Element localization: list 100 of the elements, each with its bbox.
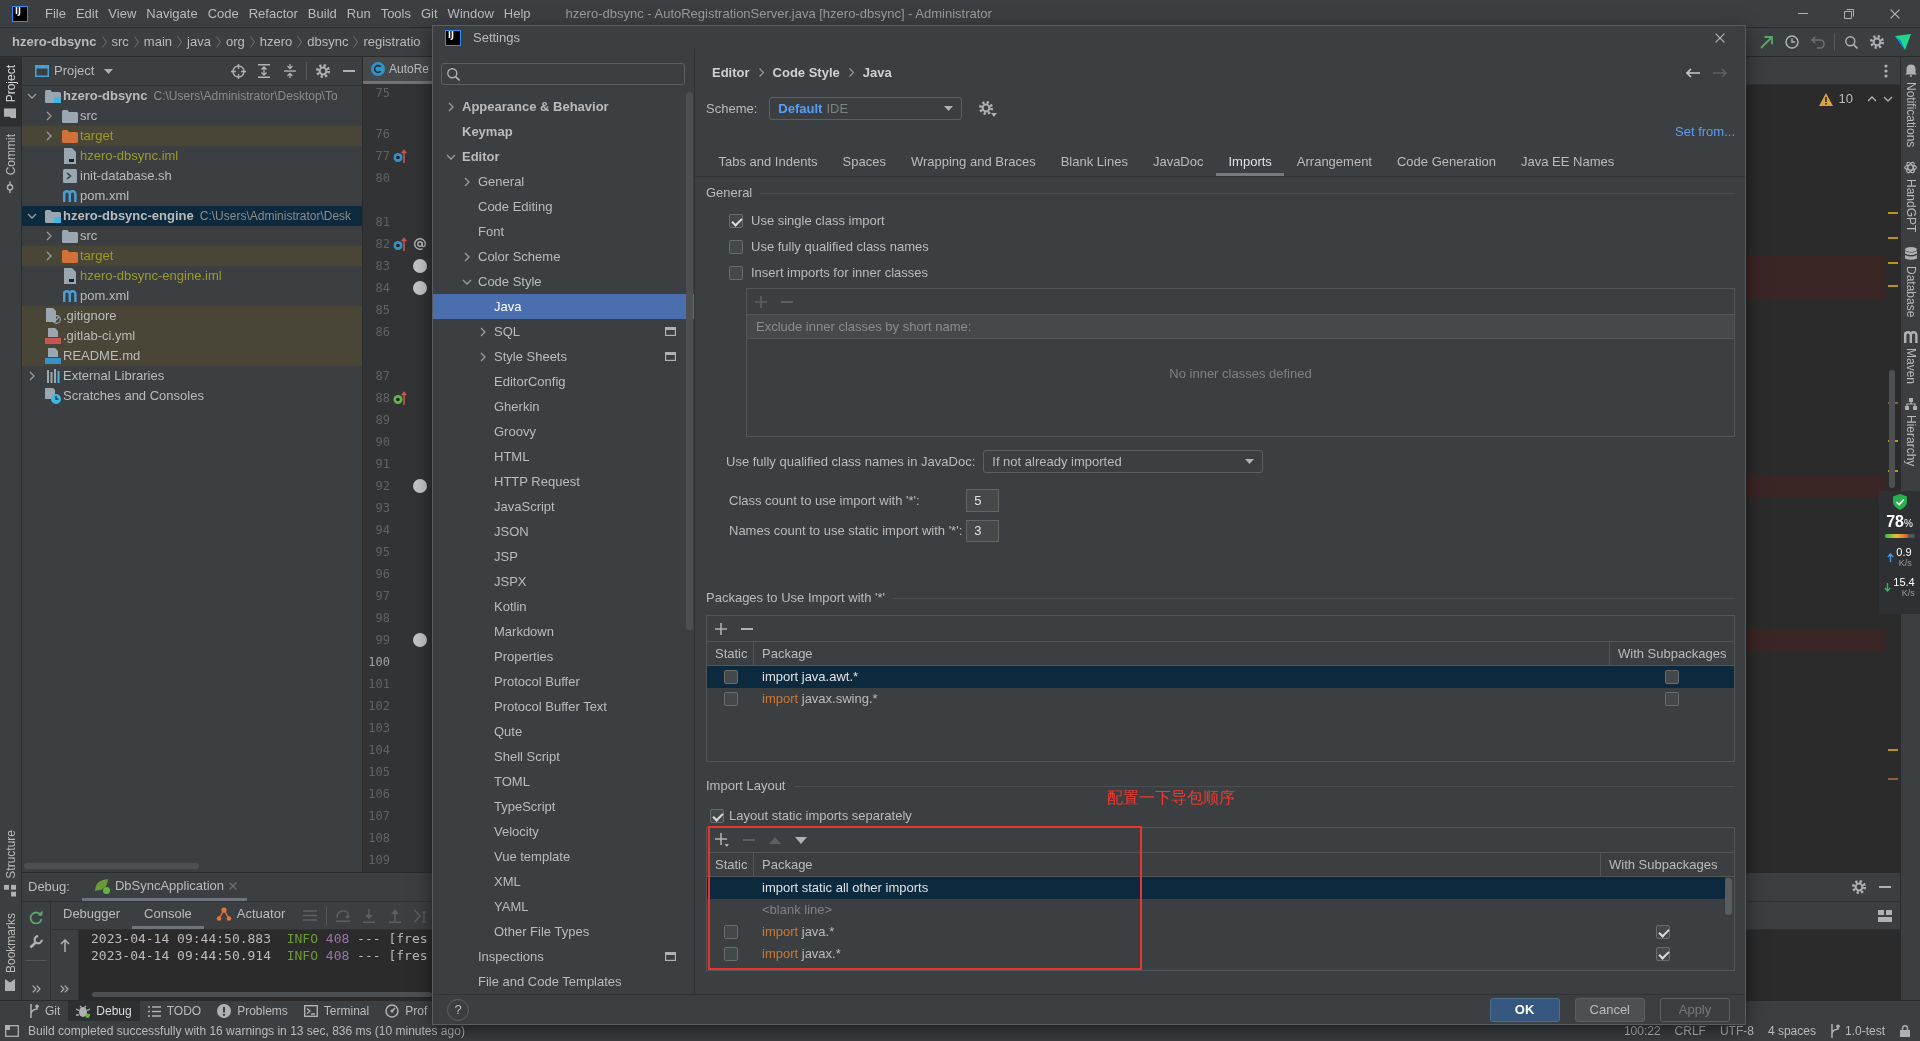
number-field[interactable]: 3 [966,520,1000,542]
breadcrumb-item[interactable]: main [143,34,173,50]
settings-nav-item[interactable]: Color Scheme [433,244,694,269]
tree-item[interactable]: Scratches and Consoles [22,386,362,406]
problem-count[interactable]: 10 [1838,91,1853,107]
branch-widget[interactable]: 1.0-test [1822,1023,1892,1039]
breadcrumb-item[interactable]: hzero [259,34,293,50]
dialog-button[interactable]: Cancel [1574,997,1645,1022]
settings-tab[interactable]: Blank Lines [1048,143,1141,176]
chevron-right-icon[interactable] [464,251,470,262]
chevron-up-icon[interactable] [1867,96,1877,102]
settings-tab[interactable]: Spaces [830,143,899,176]
chevron-right-icon[interactable] [46,251,52,261]
checkbox-label[interactable]: Layout static imports separately [729,808,912,824]
search-icon[interactable] [1844,35,1858,49]
tool-window-button[interactable]: Structure [0,822,21,905]
chevron-right-icon[interactable] [46,111,52,121]
settings-nav-item[interactable]: Shell Script [433,744,694,769]
close-icon[interactable] [1890,8,1900,19]
tree-item[interactable]: src [22,226,362,246]
status-item[interactable]: CRLF [1667,1023,1713,1039]
table-row[interactable]: import static all other imports [707,877,1725,899]
tree-item[interactable]: hzero-dbsync-engine C:\Users\Administrator\Desk [22,206,362,226]
tool-window-button[interactable]: Debug [68,1001,140,1021]
settings-nav-item[interactable]: Vue template [433,844,694,869]
checkbox[interactable] [1665,692,1679,706]
settings-nav-item[interactable]: Kotlin [433,594,694,619]
double-chevron-icon[interactable] [31,985,41,993]
settings-tab[interactable]: JavaDoc [1140,143,1216,176]
settings-nav-item[interactable]: Qute [433,719,694,744]
checkbox[interactable] [729,240,743,254]
plus-icon[interactable] [715,833,729,847]
tree-item[interactable]: .gitlab-ci.yml [22,326,362,346]
menu-item[interactable]: Navigate [141,3,203,24]
circle-arrow-up-icon[interactable] [393,149,407,163]
table-row[interactable]: import javax.swing.* [707,688,1734,710]
menu-item[interactable]: Help [498,3,536,24]
settings-nav-item[interactable]: General [433,169,694,194]
tool-window-button[interactable]: Commit [0,126,21,202]
chevron-down-icon[interactable] [462,278,472,285]
settings-nav-item[interactable]: Java [433,294,694,319]
chevron-right-icon[interactable] [480,326,486,337]
breakpoint-icon[interactable] [413,633,427,647]
checkbox[interactable] [723,947,738,961]
tool-window-button[interactable]: HandGPT [1901,154,1920,240]
breadcrumb-item[interactable]: java [187,34,211,50]
collapse-all-icon[interactable] [284,64,296,78]
settings-nav-item[interactable]: HTTP Request [433,469,694,494]
debug-tab[interactable]: Debugger [51,902,133,929]
settings-tab[interactable]: Code Generation [1384,143,1509,176]
arrow-up-icon[interactable] [59,939,70,952]
session-tab[interactable]: DbSyncApplication [81,873,248,901]
settings-nav-item[interactable]: HTML [433,444,694,469]
settings-tab[interactable]: Wrapping and Braces [898,143,1049,176]
settings-nav-item[interactable]: Velocity [433,819,694,844]
tool-window-button[interactable]: Git [21,1001,69,1021]
tool-window-button[interactable]: Maven [1901,324,1920,392]
checkbox[interactable] [723,692,738,706]
tool-window-button[interactable]: Hierarchy [1901,391,1920,474]
menu-item[interactable]: Build [302,3,342,24]
tree-item[interactable]: init-database.sh [22,166,362,186]
scheme-dropdown[interactable]: Default IDE [769,97,963,120]
breakpoint-icon[interactable] [413,259,427,273]
set-from-link[interactable]: Set from... [1675,124,1735,140]
checkbox-label[interactable]: Use single class import [751,213,885,229]
tool-window-button[interactable]: Notifications [1901,57,1920,155]
settings-nav-item[interactable]: Keymap [433,119,694,144]
settings-nav-item[interactable]: Markdown [433,619,694,644]
editor-tab[interactable]: AutoRe [363,57,434,84]
breadcrumb-item[interactable]: Code Style [772,64,840,81]
lock-icon[interactable] [1900,1025,1910,1037]
settings-nav-item[interactable]: Code Style [433,269,694,294]
crosshair-icon[interactable] [230,63,246,79]
checkbox[interactable] [710,809,724,823]
breadcrumb-item[interactable]: org [225,34,245,50]
chevron-right-icon[interactable] [46,231,52,241]
settings-nav-item[interactable]: TypeScript [433,794,694,819]
tool-window-button[interactable]: Database [1901,239,1920,325]
breakpoint-icon[interactable] [413,479,427,493]
settings-nav-item[interactable]: Inspections [433,944,694,969]
tool-window-button[interactable]: Bookmarks [0,904,21,999]
checkbox[interactable] [1656,925,1670,939]
checkbox-label[interactable]: Insert imports for inner classes [751,265,928,281]
restore-icon[interactable] [1844,8,1854,19]
breadcrumb-item[interactable]: Editor [712,64,750,81]
settings-icon[interactable] [979,100,998,117]
settings-nav-item[interactable]: Style Sheets [433,344,694,369]
settings-nav-item[interactable]: Protocol Buffer Text [433,694,694,719]
tree-item[interactable]: pom.xml [22,286,362,306]
settings-nav-item[interactable]: Font [433,219,694,244]
settings-icon[interactable] [1870,35,1884,49]
view-dropdown[interactable]: Project [54,63,114,79]
settings-nav-item[interactable]: JSON [433,519,694,544]
triangle-down-icon[interactable] [795,836,807,844]
triangle-icon[interactable] [1895,34,1911,50]
tool-window-button[interactable]: Prof [377,1001,436,1021]
settings-nav-item[interactable]: JavaScript [433,494,694,519]
checkbox[interactable] [1665,670,1679,684]
arrow-left-icon[interactable] [1686,67,1700,78]
square-icon[interactable] [5,1025,19,1037]
